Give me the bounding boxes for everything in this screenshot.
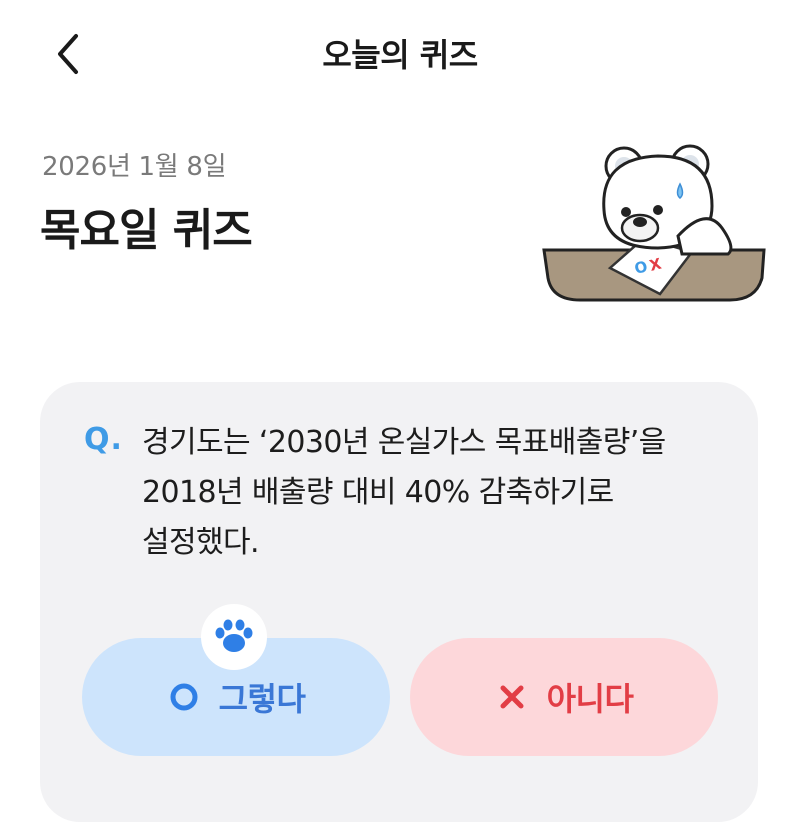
- quiz-date: 2026년 1월 8일: [42, 152, 227, 182]
- answer-yes-label: 그렇다: [218, 680, 306, 718]
- quiz-day-title: 목요일 퀴즈: [40, 205, 253, 256]
- question-line-3: 설정했다.: [142, 525, 260, 560]
- page-title: 오늘의 퀴즈: [322, 36, 478, 74]
- circle-o-icon: [170, 683, 198, 711]
- paw-icon: [215, 619, 253, 652]
- question-line-2: 2018년 배출량 대비 40% 감축하기로: [142, 475, 614, 510]
- answer-no-button[interactable]: 아니다: [410, 638, 718, 756]
- question-line-1: 경기도는 ‘2030년 온실가스 목표배출량’을: [142, 425, 666, 460]
- polar-bear-mascot-illustration: O X: [542, 144, 766, 302]
- answer-no-label: 아니다: [546, 680, 634, 718]
- question-marker: Q.: [84, 422, 123, 457]
- paw-badge: [201, 604, 267, 670]
- question-text: 경기도는 ‘2030년 온실가스 목표배출량’을 2018년 배출량 대비 40…: [142, 418, 702, 568]
- x-mark-icon: [500, 685, 524, 709]
- top-bar: 오늘의 퀴즈: [0, 0, 800, 104]
